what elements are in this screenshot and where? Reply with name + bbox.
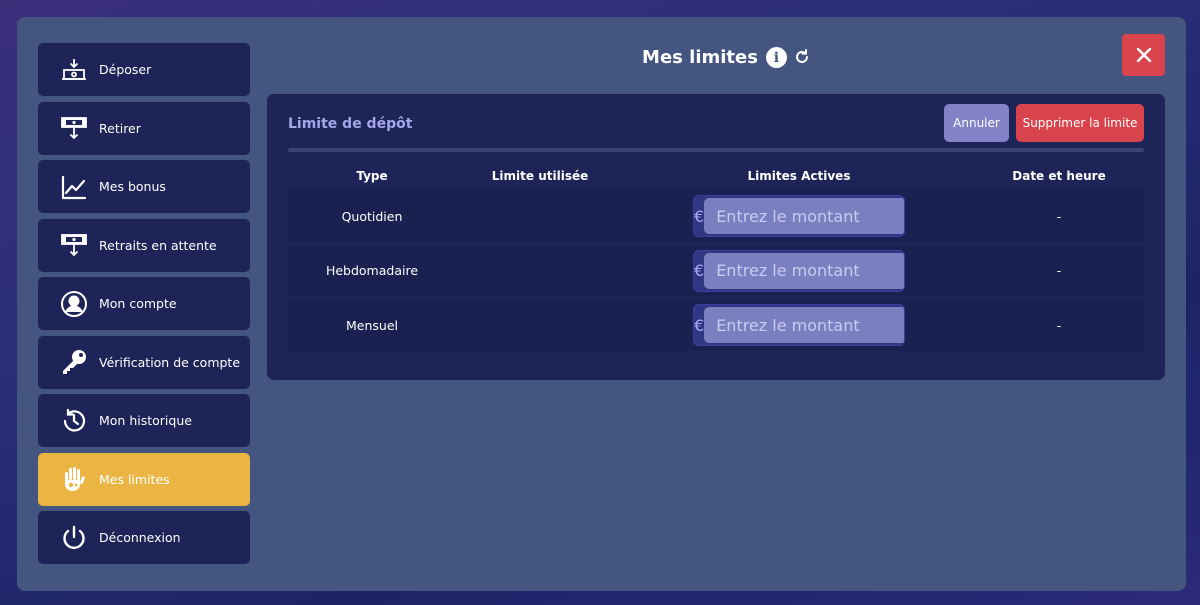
modal: Déposer Retirer Mes bonus Retraits en at… xyxy=(17,17,1186,591)
row-date: - xyxy=(1056,317,1062,333)
table-row: Hebdomadaire € - xyxy=(288,244,1144,297)
power-icon xyxy=(60,524,88,552)
row-date: - xyxy=(1056,208,1062,224)
monthly-amount-input[interactable] xyxy=(704,307,904,343)
table-header: Type Limite utilisée Limites Actives Dat… xyxy=(288,162,1144,190)
withdraw-icon xyxy=(60,114,88,142)
sidebar-item-deconnexion[interactable]: Déconnexion xyxy=(38,511,250,564)
refresh-icon[interactable] xyxy=(793,44,811,71)
cancel-button[interactable]: Annuler xyxy=(944,104,1009,142)
sidebar-item-label: Mon compte xyxy=(99,296,177,311)
info-icon[interactable]: i xyxy=(765,47,787,68)
sidebar-item-label: Mes bonus xyxy=(99,179,166,194)
close-button[interactable] xyxy=(1122,34,1165,76)
sidebar-item-retirer[interactable]: Retirer xyxy=(38,101,250,155)
close-icon xyxy=(1136,47,1151,63)
daily-amount-input[interactable] xyxy=(704,198,904,234)
sidebar-item-mes-bonus[interactable]: Mes bonus xyxy=(38,160,250,213)
euro-icon: € xyxy=(694,261,705,280)
chart-icon xyxy=(60,173,88,201)
hand-icon xyxy=(60,465,88,493)
delete-limit-button[interactable]: Supprimer la limite xyxy=(1016,104,1144,142)
amount-field: € xyxy=(693,249,905,292)
history-icon xyxy=(60,407,88,435)
euro-icon: € xyxy=(694,315,705,335)
table-row: Mensuel € - xyxy=(288,299,1144,351)
sidebar-item-label: Déposer xyxy=(99,62,152,77)
user-icon xyxy=(60,290,88,318)
page-title: Mes limites xyxy=(642,47,758,68)
sidebar-item-verification-de-compte[interactable]: Vérification de compte xyxy=(38,335,250,389)
divider xyxy=(288,148,1144,152)
table-row: Quotidien € - xyxy=(288,190,1144,242)
deposit-limit-panel: Limite de dépôt Annuler Supprimer la lim… xyxy=(267,94,1165,380)
sidebar: Déposer Retirer Mes bonus Retraits en at… xyxy=(38,43,250,570)
amount-field: € xyxy=(693,195,905,237)
column-header-active: Limites Actives xyxy=(747,169,851,183)
limits-table: Type Limite utilisée Limites Actives Dat… xyxy=(288,162,1144,354)
sidebar-item-label: Mes limites xyxy=(99,471,170,487)
sidebar-item-label: Mon historique xyxy=(99,413,192,428)
row-type: Hebdomadaire xyxy=(325,263,419,278)
sidebar-item-mes-limites[interactable]: Mes limites xyxy=(38,452,250,506)
panel-title: Limite de dépôt xyxy=(288,116,413,132)
weekly-amount-input[interactable] xyxy=(704,252,904,289)
sidebar-item-mon-historique[interactable]: Mon historique xyxy=(38,394,250,447)
sidebar-item-retraits-en-attente[interactable]: Retraits en attente xyxy=(38,218,250,272)
sidebar-item-mon-compte[interactable]: Mon compte xyxy=(38,277,250,330)
row-type: Quotidien xyxy=(341,208,403,224)
column-header-type: Type xyxy=(356,169,388,183)
sidebar-item-label: Déconnexion xyxy=(99,530,181,545)
deposit-icon xyxy=(60,56,88,84)
row-date: - xyxy=(1056,263,1062,278)
page-header: Mes limites i xyxy=(267,44,1186,71)
sidebar-item-deposer[interactable]: Déposer xyxy=(38,43,250,96)
key-icon xyxy=(60,348,88,376)
sidebar-item-label: Vérification de compte xyxy=(99,354,241,370)
sidebar-item-label: Retirer xyxy=(99,120,141,136)
column-header-used: Limite utilisée xyxy=(491,169,589,183)
euro-icon: € xyxy=(694,206,705,226)
pending-withdraw-icon xyxy=(60,231,88,259)
amount-field: € xyxy=(693,304,905,346)
column-header-date: Date et heure xyxy=(1012,169,1106,183)
row-type: Mensuel xyxy=(346,317,398,333)
sidebar-item-label: Retraits en attente xyxy=(99,237,217,253)
